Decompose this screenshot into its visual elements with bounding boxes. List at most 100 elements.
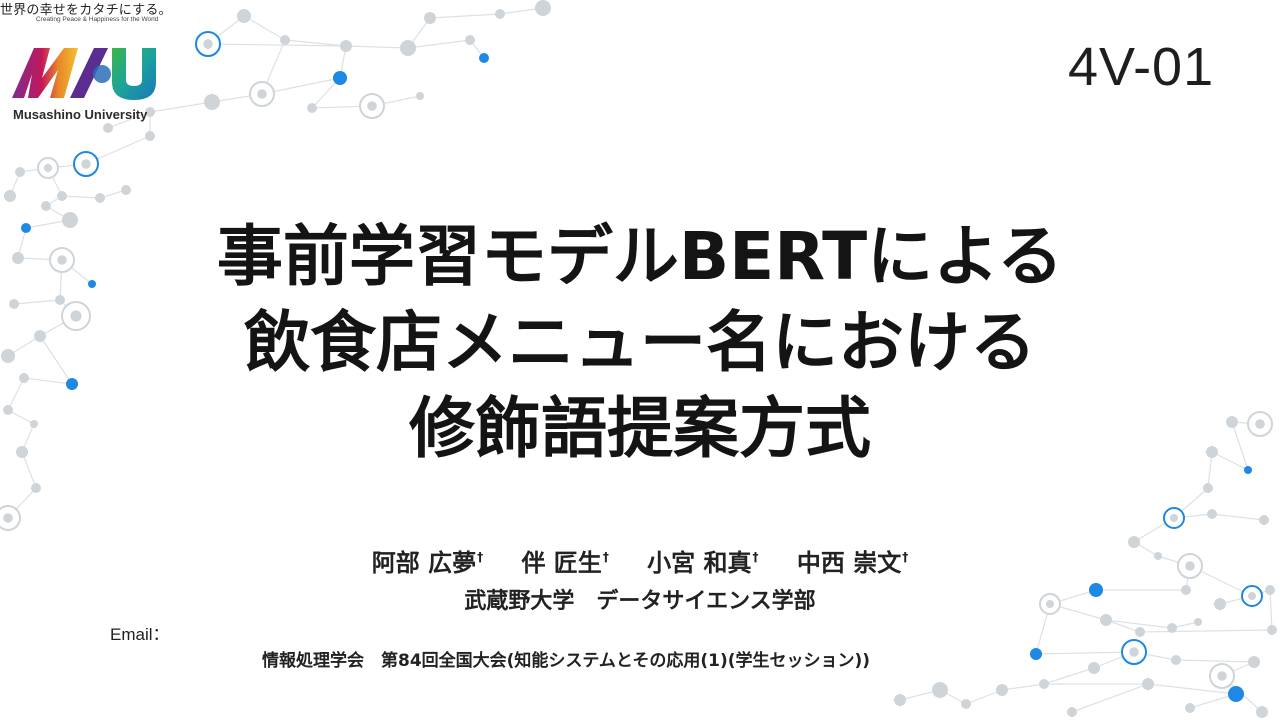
network-link [1211,513,1265,521]
title-line-2: 飲食店メニュー名における [244,304,1036,381]
network-node [145,131,155,141]
network-node [3,405,13,415]
network-link [1175,659,1255,663]
network-node [479,53,489,63]
network-node [465,35,475,45]
network-node [88,280,96,288]
network-node-core [1248,592,1256,600]
network-node [1248,656,1260,668]
network-node [1039,679,1049,689]
network-node [41,201,51,211]
network-node [103,123,113,133]
network-node [1030,648,1042,660]
network-node [1259,515,1269,525]
network-link [1043,667,1095,685]
network-link [13,299,61,305]
network-node [15,167,25,177]
network-node-core [57,255,67,265]
network-node [1226,416,1238,428]
network-node [1206,446,1218,458]
network-node [19,373,29,383]
network-node [1203,483,1213,493]
network-link [407,39,471,49]
network-node-core [203,39,213,49]
network-node [1167,623,1177,633]
network-node [62,212,78,228]
network-node [495,9,505,19]
network-node [1207,509,1217,519]
affiliation-mark: † [477,550,484,564]
network-node [21,223,31,233]
network-node [1228,686,1244,702]
network-node [1265,585,1275,595]
network-node-core [44,164,52,172]
title-line-3: 修飾語提案方式 [409,390,871,467]
network-node [31,483,41,493]
network-link [1269,589,1273,631]
network-node [57,191,67,201]
network-node-core [257,89,267,99]
network-node [1100,614,1112,626]
network-node [9,299,19,309]
network-node [30,420,38,428]
network-node [280,35,290,45]
network-link [1071,683,1149,713]
title-line-1: 事前学習モデルBERTによる [216,218,1064,295]
network-node-core [1129,647,1139,657]
network-node-core [1255,419,1265,429]
network-node [961,699,971,709]
presentation-title: 事前学習モデルBERTによる 飲食店メニュー名における 修飾語提案方式 [140,214,1140,472]
tagline-english: Creating Peace & Happiness for the World [36,16,159,23]
network-node-core [367,101,377,111]
network-link [1035,651,1135,655]
network-node [424,12,436,24]
network-node [400,40,416,56]
network-link [39,335,73,385]
network-node [95,193,105,203]
network-node [340,40,352,52]
network-node [535,0,551,16]
network-node [4,190,16,202]
network-node [121,185,131,195]
email-value [190,619,610,641]
network-node [1142,678,1154,690]
network-node-core [1170,514,1178,522]
network-node [1181,585,1191,595]
network-node [1194,618,1202,626]
affiliation: 武蔵野大学 データサイエンス学部 [464,589,816,614]
network-node [1256,706,1268,718]
network-node [1244,466,1252,474]
network-node [996,684,1008,696]
network-node [1067,707,1077,717]
network-link [149,101,213,113]
university-logo [12,48,156,100]
network-link [7,377,25,411]
network-node [1185,703,1195,713]
network-link [429,13,501,19]
network-node [1154,552,1162,560]
network-node [1171,655,1181,665]
affiliation-mark: † [902,550,909,564]
university-name: Musashino University [13,107,148,122]
network-link [61,195,101,199]
network-node-core [1217,671,1227,681]
network-node [1267,625,1277,635]
network-node [1088,662,1100,674]
network-link [1139,629,1273,633]
network-node [16,446,28,458]
network-node-core [3,513,13,523]
network-node [1214,598,1226,610]
network-node [1135,627,1145,637]
author-name: 伴 匠生 [521,549,602,577]
network-node [1128,536,1140,548]
network-node [1,349,15,363]
author-name: 阿部 広夢 [371,549,477,577]
email-label: Email： [110,625,170,644]
network-node [894,694,906,706]
network-node-core [70,310,82,322]
network-node [333,71,347,85]
network-node [416,92,424,100]
network-node [204,94,220,110]
title-slide: 世界の幸せをカタチにする。 Creating Peace & Happiness… [0,0,1280,720]
network-node [307,103,317,113]
